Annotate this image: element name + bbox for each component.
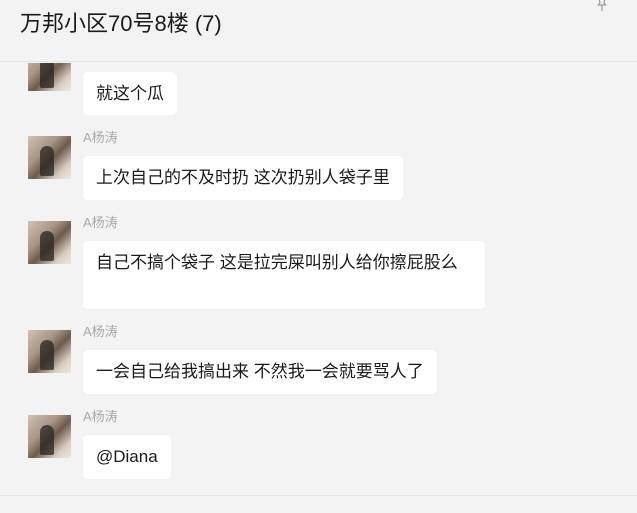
sender-name: A杨涛 (83, 215, 118, 230)
message-text: 就这个瓜 (96, 84, 164, 103)
message-text: 上次自己的不及时扔 这次扔别人袋子里 (96, 168, 390, 187)
message-bubble[interactable]: 一会自己给我搞出来 不然我一会就要骂人了 (83, 350, 437, 394)
message-text: 一会自己给我搞出来 不然我一会就要骂人了 (96, 362, 424, 381)
pin-icon[interactable] (594, 0, 610, 12)
chat-title: 万邦小区70号8楼 (7) (20, 11, 222, 36)
message-bubble[interactable]: 就这个瓜 (83, 72, 177, 115)
sender-name: A杨涛 (83, 409, 118, 424)
chat-header: 万邦小区70号8楼 (7) (0, 0, 637, 62)
avatar[interactable] (28, 415, 71, 458)
message-list[interactable]: 就这个瓜 A杨涛 上次自己的不及时扔 这次扔别人袋子里 A杨涛 自己不搞个袋子 … (0, 63, 637, 495)
message-bubble[interactable]: @Diana (83, 435, 171, 479)
sender-name: A杨涛 (83, 324, 118, 339)
avatar[interactable] (28, 63, 71, 91)
avatar[interactable] (28, 136, 71, 179)
message-bubble[interactable]: 上次自己的不及时扔 这次扔别人袋子里 (83, 156, 403, 200)
avatar[interactable] (28, 330, 71, 373)
message-bubble[interactable]: 自己不搞个袋子 这是拉完屎叫别人给你擦屁股么 (83, 241, 485, 309)
input-divider (0, 495, 637, 496)
message-text: @Diana (96, 447, 158, 466)
avatar[interactable] (28, 221, 71, 264)
sender-name: A杨涛 (83, 130, 118, 145)
message-text: 自己不搞个袋子 这是拉完屎叫别人给你擦屁股么 (96, 253, 458, 272)
